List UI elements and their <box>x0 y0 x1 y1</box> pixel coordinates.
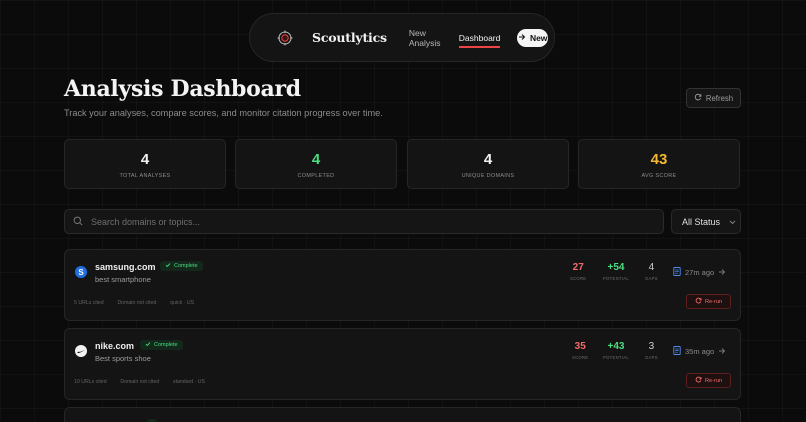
score-label: SCORE <box>572 355 589 360</box>
meta-separator: · <box>112 379 115 385</box>
search-bar <box>64 209 664 234</box>
potential-label: POTENTIAL <box>603 276 629 281</box>
stat-completed: 4 COMPLETED <box>235 139 397 189</box>
analysis-topic: Best sports shoe <box>95 354 151 363</box>
analysis-domain[interactable]: samsung.com <box>95 262 156 272</box>
arrow-right-icon[interactable] <box>718 268 726 278</box>
analysis-card[interactable] <box>64 407 741 422</box>
analysis-time[interactable]: 35m ago <box>673 346 726 357</box>
status-badge: Complete <box>140 340 183 350</box>
gaps-label: GAPS <box>645 355 658 360</box>
stat-value: 4 <box>311 151 321 168</box>
status-filter-select[interactable]: All Status <box>671 209 741 234</box>
stat-label: COMPLETED <box>297 173 335 179</box>
refresh-icon <box>695 297 702 306</box>
check-icon <box>145 341 151 349</box>
meta-mode-region: quick · US <box>170 300 195 306</box>
time-ago: 27m ago <box>685 268 715 277</box>
meta-urls-cited: 5 URLs cited <box>74 300 104 306</box>
rerun-label: Re-run <box>704 298 723 305</box>
stat-total-analyses: 4 TOTAL ANALYSES <box>64 139 226 189</box>
arrow-right-icon <box>518 33 526 43</box>
status-badge: Complete <box>160 261 203 271</box>
nike-favicon-icon <box>75 345 87 357</box>
refresh-icon <box>694 93 702 103</box>
refresh-icon <box>695 376 702 385</box>
nav-link-new-analysis[interactable]: New Analysis <box>409 28 442 48</box>
meta-urls-cited: 10 URLs cited <box>74 379 107 385</box>
potential-metric: +43 POTENTIAL <box>603 341 629 360</box>
brand-name[interactable]: Scoutlytics <box>312 30 387 45</box>
stat-value: 4 <box>140 151 150 168</box>
gaps-value: 4 <box>648 262 655 273</box>
page-title: Analysis Dashboard <box>64 76 301 102</box>
check-icon <box>165 262 171 270</box>
search-icon <box>73 213 83 231</box>
potential-value: +43 <box>607 341 625 352</box>
meta-separator: · <box>109 300 112 306</box>
new-button[interactable]: New <box>517 28 548 47</box>
stat-avg-score: 43 AVG SCORE <box>578 139 740 189</box>
page-subtitle: Track your analyses, compare scores, and… <box>64 108 383 118</box>
stat-value: 43 <box>650 151 668 168</box>
top-nav: Scoutlytics New Analysis Dashboard New <box>249 13 555 62</box>
analysis-domain[interactable]: nike.com <box>95 341 134 351</box>
gaps-metric: 3 GAPS <box>645 341 658 360</box>
gaps-metric: 4 GAPS <box>645 262 658 281</box>
analysis-topic: best smartphone <box>95 275 151 284</box>
refresh-label: Refresh <box>705 93 734 103</box>
analysis-meta: 10 URLs cited · Domain not cited · stand… <box>74 379 205 385</box>
rerun-label: Re-run <box>704 377 723 384</box>
analysis-card[interactable]: S samsung.com Complete best smartphone 5… <box>64 249 741 321</box>
meta-separator: · <box>162 300 165 306</box>
analysis-meta: 5 URLs cited · Domain not cited · quick … <box>74 300 194 306</box>
score-metric: 35 SCORE <box>572 341 588 360</box>
stat-label: UNIQUE DOMAINS <box>461 173 515 179</box>
score-value: 35 <box>574 341 586 352</box>
analysis-time[interactable]: 27m ago <box>673 267 726 278</box>
new-button-label: New <box>529 32 548 43</box>
meta-domain-cited: Domain not cited <box>117 300 157 306</box>
time-ago: 35m ago <box>685 347 715 356</box>
rerun-button[interactable]: Re-run <box>686 294 731 309</box>
samsung-favicon-icon: S <box>75 266 87 278</box>
score-value: 27 <box>572 262 584 273</box>
stat-label: AVG SCORE <box>641 173 677 179</box>
document-icon <box>673 346 681 357</box>
nav-link-dashboard[interactable]: Dashboard <box>458 33 500 48</box>
search-input[interactable] <box>91 216 611 227</box>
meta-domain-cited: Domain not cited <box>120 379 160 385</box>
document-icon <box>673 267 681 278</box>
status-badge-label: Complete <box>154 342 178 348</box>
arrow-right-icon[interactable] <box>718 347 726 357</box>
potential-value: +54 <box>607 262 625 273</box>
stat-value: 4 <box>483 151 493 168</box>
status-filter-value: All Status <box>682 216 721 227</box>
refresh-button[interactable]: Refresh <box>686 88 741 108</box>
meta-separator: · <box>165 379 167 385</box>
svg-text:S: S <box>78 268 84 277</box>
stat-label: TOTAL ANALYSES <box>119 173 171 179</box>
score-label: SCORE <box>570 276 587 281</box>
status-badge-label: Complete <box>174 263 198 269</box>
logo-icon[interactable] <box>277 30 293 46</box>
score-metric: 27 SCORE <box>570 262 586 281</box>
meta-mode-region: standard · US <box>173 379 206 385</box>
analysis-card[interactable]: nike.com Complete Best sports shoe 10 UR… <box>64 328 741 400</box>
gaps-label: GAPS <box>645 276 658 281</box>
potential-metric: +54 POTENTIAL <box>603 262 629 281</box>
rerun-button[interactable]: Re-run <box>686 373 731 388</box>
potential-label: POTENTIAL <box>603 355 629 360</box>
gaps-value: 3 <box>648 341 655 352</box>
stat-unique-domains: 4 UNIQUE DOMAINS <box>407 139 569 189</box>
chevron-down-icon <box>729 217 736 227</box>
